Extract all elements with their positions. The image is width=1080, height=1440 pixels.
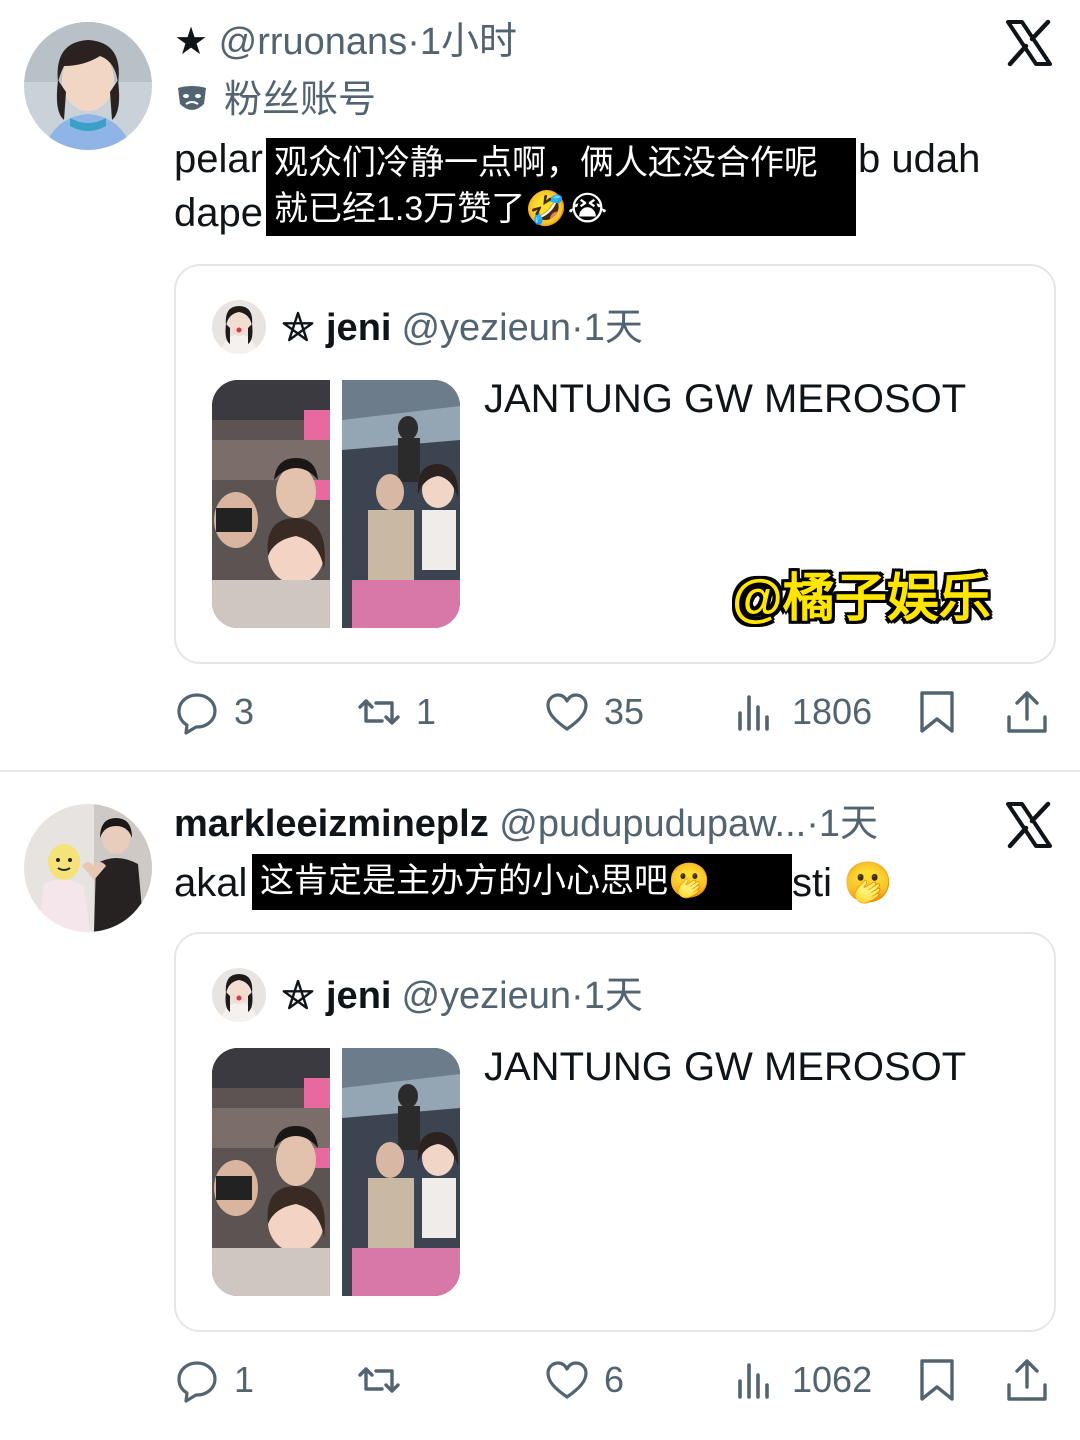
tweet-text-line-2: dape (174, 186, 263, 240)
like-count: 35 (604, 691, 645, 732)
pentagram-icon (282, 311, 314, 342)
views-button[interactable]: 1806 (732, 682, 872, 742)
like-button[interactable]: 6 (544, 1350, 624, 1410)
tweet-text-end: sti 🫢 (792, 856, 893, 910)
quoted-author-avatar[interactable] (212, 300, 266, 354)
reply-count: 1 (234, 1359, 255, 1400)
quoted-author-handle[interactable]: @yezieun (401, 304, 571, 352)
quoted-time: 1天 (583, 307, 643, 349)
retweet-button[interactable]: 1 (356, 682, 436, 742)
quoted-time: 1天 (583, 975, 643, 1017)
like-icon (546, 1361, 588, 1399)
quoted-header: jeni @yezieun · 1天 (280, 972, 643, 1020)
reply-count: 3 (234, 691, 255, 732)
quoted-media[interactable] (212, 1048, 460, 1296)
tweet-time[interactable]: 1小时 (420, 21, 517, 63)
separator: · (571, 307, 584, 349)
tweet-time[interactable]: 1天 (819, 803, 878, 845)
x-logo-icon (1006, 801, 1052, 849)
tweet-text-line-1-end: b udah (858, 132, 980, 186)
photo-thumbnail (212, 1048, 460, 1296)
separator: · (571, 975, 584, 1017)
author-handle[interactable]: @rruonans (219, 21, 408, 63)
views-button[interactable]: 1062 (732, 1350, 872, 1410)
quoted-tweet[interactable]: jeni @yezieun · 1天 (174, 264, 1056, 664)
tweet-1: ★ @rruonans·1小时 粉丝账号 pelar b udah dape 观… (0, 0, 1080, 770)
retweet-icon (358, 1367, 400, 1393)
tweet-text-fragment: akal (174, 861, 248, 905)
tweet-text-fragment: sti 🫢 (792, 861, 893, 905)
share-icon (1007, 691, 1047, 733)
quoted-author-name[interactable]: jeni (326, 972, 391, 1020)
retweet-icon (358, 699, 400, 725)
caption-line: 这肯定是主办方的小心思吧🫢 (260, 862, 711, 900)
tweet-text-line-1: pelar (174, 132, 263, 186)
retweet-count: 1 (416, 691, 437, 732)
share-icon (1007, 1359, 1047, 1401)
reply-icon (177, 1361, 217, 1403)
quoted-author-name[interactable]: jeni (326, 304, 391, 352)
author-avatar[interactable] (24, 804, 152, 932)
quoted-text: JANTUNG GW MEROSOT (484, 1045, 967, 1089)
author-handle[interactable]: @pudupudupaw... (499, 803, 806, 845)
quoted-text: JANTUNG GW MEROSOT (484, 377, 967, 421)
quoted-author-avatar[interactable] (212, 968, 266, 1022)
action-bar: 3 1 35 1806 (0, 682, 1080, 742)
photo-thumbnail (212, 380, 460, 628)
author-name[interactable]: markleeizmineplz (174, 803, 489, 845)
bookmark-icon (920, 1359, 954, 1401)
bookmark-button[interactable] (914, 1350, 960, 1410)
x-logo-icon (1006, 19, 1052, 67)
quoted-author-handle[interactable]: @yezieun (401, 972, 571, 1020)
share-button[interactable] (1004, 1350, 1050, 1410)
quoted-tweet[interactable]: jeni @yezieun · 1天 (174, 932, 1056, 1332)
like-button[interactable]: 35 (544, 682, 644, 742)
fan-label: 粉丝账号 (224, 79, 377, 121)
views-icon (738, 695, 769, 731)
views-count: 1806 (792, 691, 873, 732)
caption-overlay: 观众们冷静一点啊，俩人还没合作呢 就已经1.3万赞了🤣😭 (266, 138, 856, 236)
tweet-2: markleeizmineplz @pudupudupaw...·1天 akal… (0, 772, 1080, 1440)
tweet-text-fragment: dape (174, 191, 263, 235)
author-avatar[interactable] (24, 22, 152, 150)
bookmark-button[interactable] (914, 682, 960, 742)
tweet-header: markleeizmineplz @pudupudupaw...·1天 (174, 800, 878, 848)
like-icon (546, 693, 588, 731)
tweet-text-fragment: pelar (174, 137, 263, 181)
caption-line-2: 就已经1.3万赞了🤣😭 (274, 190, 608, 228)
author-prefix: ★ (174, 21, 209, 63)
reply-button[interactable]: 1 (174, 1350, 254, 1410)
caption-overlay: 这肯定是主办方的小心思吧🫢 (252, 854, 792, 910)
quoted-media[interactable] (212, 380, 460, 628)
action-bar: 1 6 1062 (0, 1350, 1080, 1410)
reply-icon (177, 693, 217, 735)
like-count: 6 (604, 1359, 625, 1400)
pentagram-icon (282, 979, 314, 1010)
separator: · (806, 803, 819, 845)
views-count: 1062 (792, 1359, 873, 1400)
retweet-button[interactable] (356, 1350, 416, 1410)
quoted-header: jeni @yezieun · 1天 (280, 304, 643, 352)
watermark: @橘子娱乐 (732, 570, 991, 628)
share-button[interactable] (1004, 682, 1050, 742)
tweet-text: akal (174, 856, 247, 910)
views-icon (738, 1363, 769, 1399)
caption-line-1: 观众们冷静一点啊，俩人还没合作呢 (274, 144, 818, 182)
tweet-text-fragment: b udah (858, 137, 981, 181)
fan-account-label: 粉丝账号 (174, 74, 376, 126)
reply-button[interactable]: 3 (174, 682, 254, 742)
mask-icon (178, 86, 206, 110)
tweet-header: ★ @rruonans·1小时 (174, 18, 517, 66)
bookmark-icon (920, 691, 954, 733)
separator: · (407, 21, 420, 63)
